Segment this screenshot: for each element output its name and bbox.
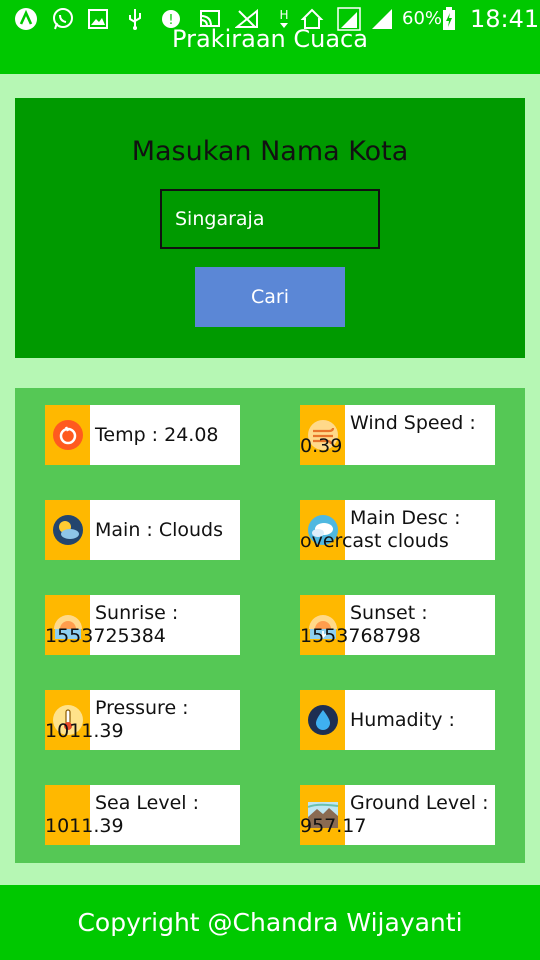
temp-label: Temp : 24.08 (95, 423, 219, 446)
search-heading: Masukan Nama Kota (131, 136, 409, 167)
humidity-label: Humadity : (350, 708, 455, 731)
footer-copyright: Copyright @Chandra Wijayanti (77, 908, 463, 937)
wind-label: Wind Speed : (350, 412, 476, 434)
pressure-value: 1011.39 (45, 720, 124, 742)
sunrise-card: Sunrise : 1553725384 (45, 595, 240, 655)
sunset-label: Sunset : (350, 602, 428, 624)
main-desc-card: Main Desc : overcast clouds (300, 500, 495, 560)
ground-level-label: Ground Level : (350, 792, 489, 814)
humidity-card: Humadity : (300, 690, 495, 750)
sunset-card: Sunset : 1553768798 (300, 595, 495, 655)
sea-level-card: Sea Level : 1011.39 (45, 785, 240, 845)
main-label: Main : Clouds (95, 518, 224, 541)
sunrise-label: Sunrise : (95, 602, 179, 624)
thermometer-icon (45, 405, 90, 465)
main-card: Main : Clouds (45, 500, 240, 560)
temp-card: Temp : 24.08 (45, 405, 240, 465)
results-panel: Temp : 24.08 Wind Speed : 0.39 Main : Cl… (15, 388, 525, 863)
clouds-icon (45, 500, 90, 560)
humidity-icon (300, 690, 345, 750)
city-input[interactable]: Singaraja (160, 189, 380, 249)
pressure-label: Pressure : (95, 697, 189, 719)
main-desc-label: Main Desc : (350, 507, 461, 529)
pressure-card: Pressure : 1011.39 (45, 690, 240, 750)
ground-level-value: 957.17 (300, 815, 367, 837)
app-bar: ! H 60% 18:41 Prakiraan Cuaca (0, 0, 540, 74)
wind-card: Wind Speed : 0.39 (300, 405, 495, 465)
search-button[interactable]: Cari (195, 267, 345, 327)
wind-value: 0.39 (300, 435, 343, 457)
sunrise-value: 1553725384 (45, 625, 166, 647)
sea-level-value: 1011.39 (45, 815, 124, 837)
app-title: Prakiraan Cuaca (172, 25, 368, 53)
sea-level-label: Sea Level : (95, 792, 200, 814)
ground-level-card: Ground Level : 957.17 (300, 785, 495, 845)
main-desc-value: overcast clouds (300, 530, 449, 552)
svg-text:H: H (279, 8, 288, 22)
sunset-value: 1553768798 (300, 625, 421, 647)
